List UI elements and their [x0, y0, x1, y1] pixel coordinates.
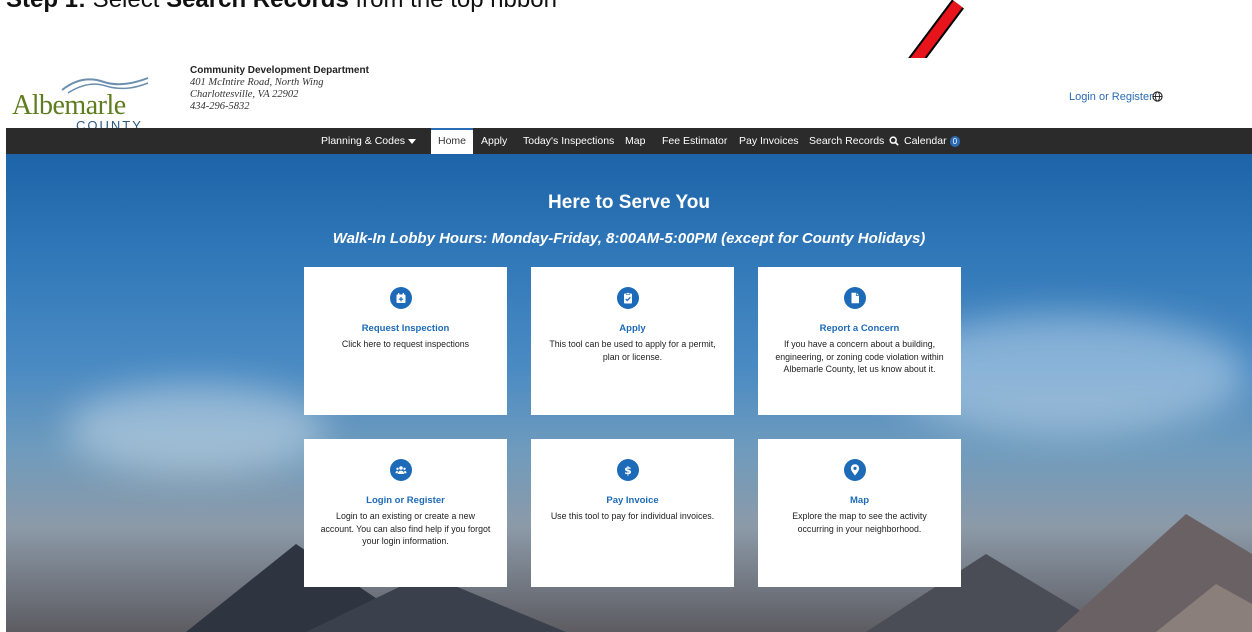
clipboard-check-icon — [617, 287, 639, 309]
department-info: Community Development Department 401 McI… — [190, 65, 369, 113]
login-register-link[interactable]: Login or Register — [1069, 91, 1153, 103]
nav-search-records-label: Search Records — [809, 135, 885, 147]
map-pin-icon — [844, 459, 866, 481]
card-report-concern[interactable]: Report a Concern If you have a concern a… — [758, 267, 961, 415]
department-name: Community Development Department — [190, 65, 369, 76]
nav-pay-invoices-label: Pay Invoices — [739, 135, 799, 147]
nav-fee-estimator[interactable]: Fee Estimator — [662, 128, 727, 154]
card-title: Apply — [619, 323, 646, 334]
document-icon — [844, 287, 866, 309]
nav-fee-estimator-label: Fee Estimator — [662, 135, 728, 147]
card-title: Request Inspection — [361, 323, 450, 334]
nav-planning-codes[interactable]: Planning & Codes — [321, 128, 417, 154]
card-apply[interactable]: Apply This tool can be used to apply for… — [531, 267, 734, 415]
nav-apply[interactable]: Apply — [481, 128, 507, 154]
globe-icon[interactable] — [1152, 91, 1163, 105]
instruction-target: Search Records — [166, 0, 349, 13]
card-request-inspection[interactable]: Request Inspection Click here to request… — [304, 267, 507, 415]
nav-map[interactable]: Map — [625, 128, 645, 154]
nav-todays-inspections-label: Today's Inspections — [523, 135, 615, 147]
nav-calendar[interactable]: Calendar 0 — [904, 128, 961, 154]
hero-section: Here to Serve You Walk-In Lobby Hours: M… — [6, 154, 1252, 632]
card-title: Login or Register — [366, 495, 445, 506]
card-description: Login to an existing or create a new acc… — [320, 511, 491, 546]
instruction-middle: Select — [86, 0, 166, 13]
users-icon — [390, 459, 412, 481]
card-description: Explore the map to see the activity occu… — [792, 511, 927, 534]
instruction-step: Step 1: — [6, 0, 86, 13]
nav-pay-invoices[interactable]: Pay Invoices — [739, 128, 799, 154]
nav-calendar-label: Calendar — [904, 135, 947, 147]
card-pay-invoice[interactable]: $ Pay Invoice Use this tool to pay for i… — [531, 439, 734, 587]
nav-planning-codes-label: Planning & Codes — [321, 135, 406, 147]
address-line1: 401 McIntire Road, North Wing — [190, 77, 324, 88]
card-login-register[interactable]: Login or Register Login to an existing o… — [304, 439, 507, 587]
dollar-icon: $ — [617, 459, 639, 481]
card-description: If you have a concern about a building, … — [775, 339, 944, 374]
card-description: Use this tool to pay for individual invo… — [550, 511, 715, 521]
instruction-text: Step 1: Select Search Records from the t… — [6, 0, 557, 14]
card-title: Pay Invoice — [606, 495, 659, 506]
nav-map-label: Map — [625, 135, 646, 147]
svg-text:$: $ — [624, 464, 632, 476]
nav-home-label: Home — [438, 135, 467, 147]
nav-search-records[interactable]: Search Records — [809, 128, 899, 154]
site-header: Albemarle COUNTY Community Development D… — [6, 58, 1252, 133]
hero-cloud — [66, 384, 326, 474]
card-map[interactable]: Map Explore the map to see the activity … — [758, 439, 961, 587]
caret-down-icon — [408, 138, 417, 144]
card-title: Report a Concern — [819, 323, 900, 334]
address-line2: Charlottesville, VA 22902 — [190, 89, 299, 100]
nav-home[interactable]: Home — [431, 128, 474, 154]
card-title: Map — [850, 495, 869, 506]
top-ribbon-nav: Planning & Codes Home Apply Today's Insp… — [6, 128, 1252, 154]
hero-lobby-hours: Walk-In Lobby Hours: Monday-Friday, 8:00… — [332, 230, 926, 247]
search-icon — [889, 136, 899, 146]
county-logo[interactable]: Albemarle COUNTY — [12, 72, 152, 133]
phone-number: 434-296-5832 — [190, 101, 250, 112]
instruction-suffix: from the top ribbon — [349, 0, 556, 13]
card-description: Click here to request inspections — [341, 339, 470, 349]
card-description: This tool can be used to apply for a per… — [549, 339, 716, 362]
nav-apply-label: Apply — [481, 135, 508, 147]
hero-title: Here to Serve You — [548, 192, 710, 213]
calendar-plus-icon — [390, 287, 412, 309]
nav-todays-inspections[interactable]: Today's Inspections — [523, 128, 614, 154]
calendar-count-badge: 0 — [949, 135, 961, 147]
